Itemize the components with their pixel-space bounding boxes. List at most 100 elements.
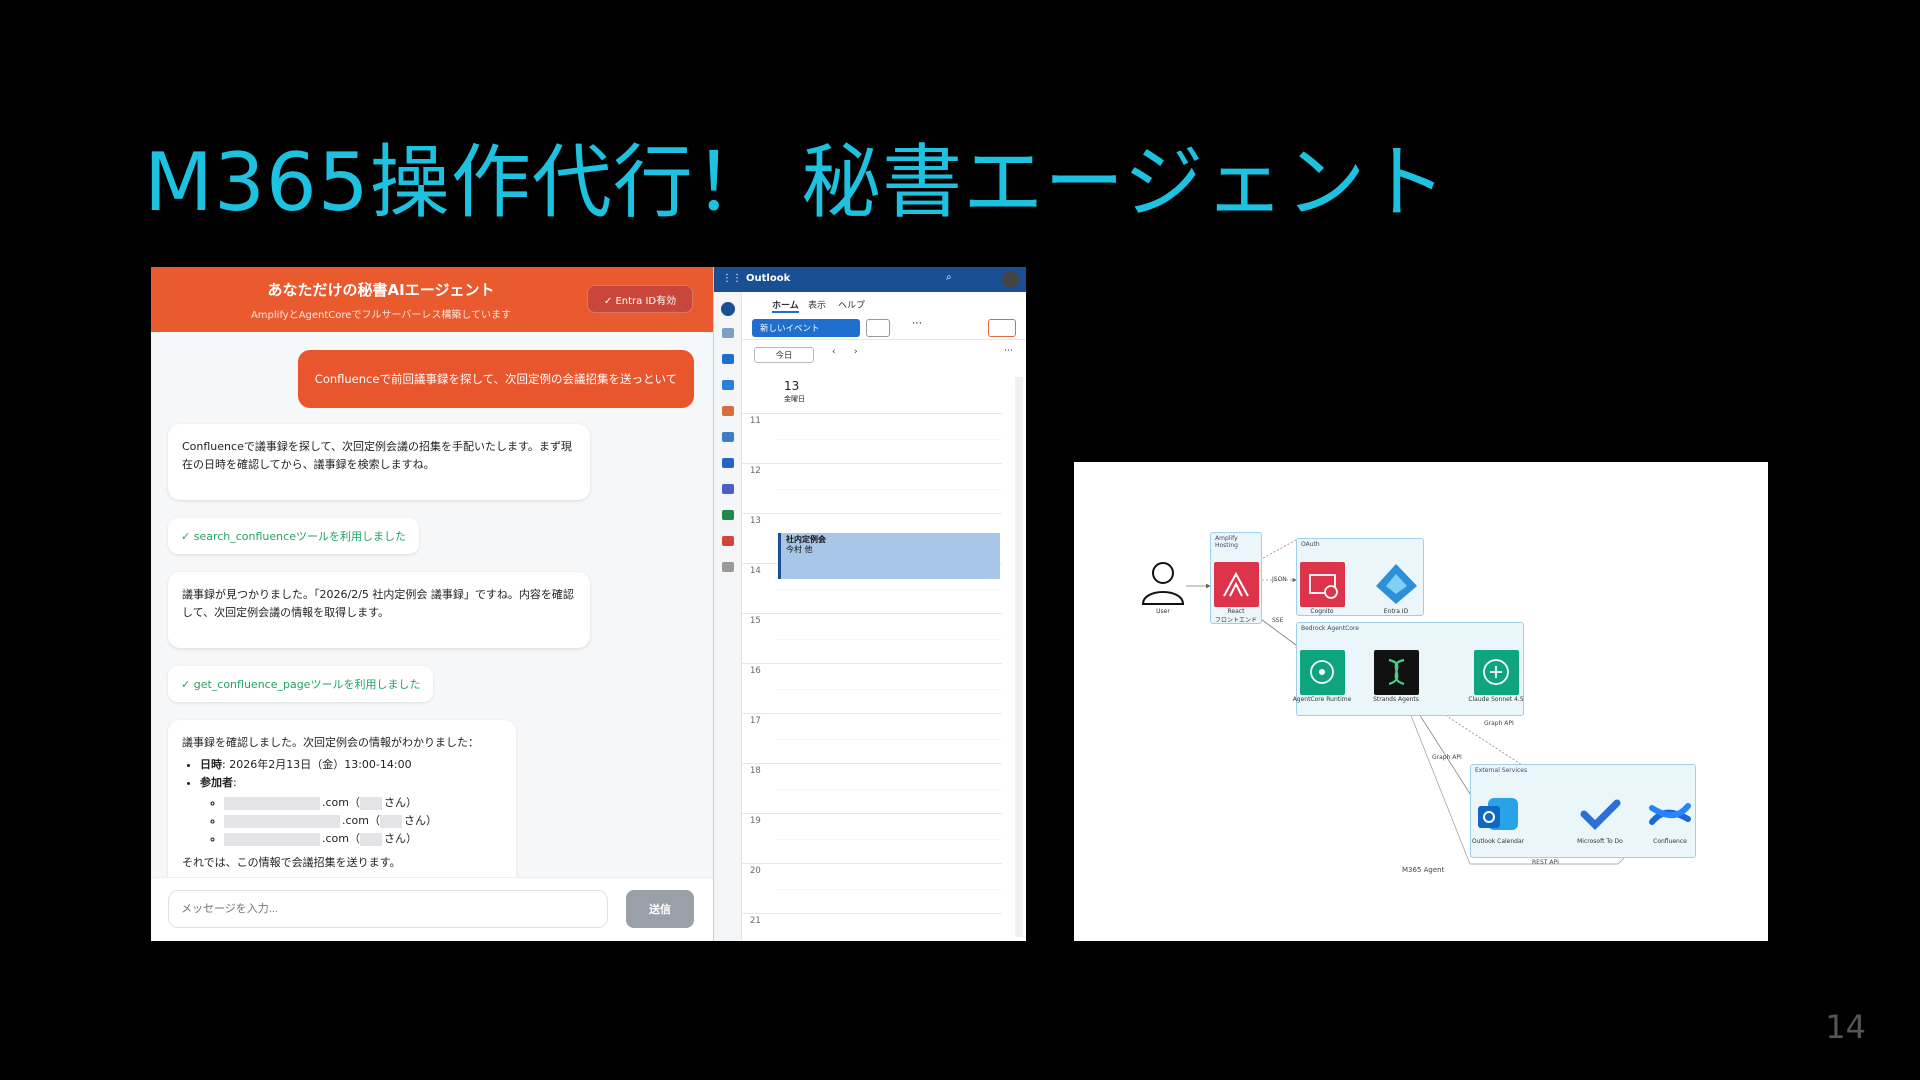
calendar-event[interactable]: 社内定例会 今村 他 (778, 533, 1000, 579)
powerpoint-icon[interactable] (722, 536, 734, 546)
event-title: 社内定例会 (786, 535, 826, 544)
message-input[interactable] (168, 890, 608, 928)
chat-header: あなただけの秘書AIエージェント AmplifyとAgentCoreでフルサーバ… (151, 267, 713, 332)
mail-icon[interactable] (722, 354, 734, 364)
edge-label-graph-api: Graph API (1484, 720, 1514, 727)
today-button[interactable]: 今日 (754, 347, 814, 363)
ai-message-intro: 議事録を確認しました。次回定例会の情報がわかりました： (182, 736, 479, 749)
claude-model-icon (1474, 650, 1519, 695)
tab-view[interactable]: 表示 (808, 298, 826, 311)
chat-panel: あなただけの秘書AIエージェント AmplifyとAgentCoreでフルサーバ… (151, 267, 713, 941)
meeting-details: 日時: 2026年2月13日（金）13:00-14:00 参加者: .com（さ… (200, 756, 502, 848)
search-icon[interactable]: ⌕ (946, 272, 952, 283)
event-subtitle: 今村 他 (786, 545, 813, 554)
edge-label-json: JSON (1272, 576, 1287, 583)
confluence-icon (1649, 803, 1691, 825)
outlook-calendar-label: Outlook Calendar (1471, 838, 1525, 845)
avatar[interactable] (1002, 271, 1019, 288)
outlook-tabs: ホーム 表示 ヘルプ (742, 292, 1026, 314)
excel-icon[interactable] (722, 510, 734, 520)
ai-message: 議事録が見つかりました。「2026/2/5 社内定例会 議事録」ですね。内容を確… (168, 572, 590, 648)
entra-label: Entra ID (1383, 608, 1409, 615)
strands-agents-icon (1374, 650, 1419, 695)
attendee: .com（さん） (224, 794, 502, 812)
new-event-button[interactable]: 新しいイベント (752, 319, 860, 337)
cognito-icon (1300, 562, 1345, 607)
teams-icon[interactable] (722, 484, 734, 494)
next-icon[interactable]: › (854, 347, 858, 357)
user-label: User (1156, 608, 1170, 615)
send-button[interactable]: 送信 (626, 890, 694, 928)
account-icon[interactable] (721, 302, 735, 316)
calendar-scrollbar[interactable] (1015, 377, 1023, 937)
calendar-nav: 今日 ‹ › ⋯ (742, 340, 1026, 370)
user-icon (1141, 562, 1185, 605)
apps-icon[interactable] (722, 562, 734, 572)
people-icon[interactable] (722, 432, 734, 442)
day-number: 13 (784, 379, 800, 393)
edge-label-graph-api: Graph API (1432, 754, 1462, 761)
tool-usage-search: ✓ search_confluenceツールを利用しました (168, 518, 419, 554)
hour-row[interactable]: 19 (742, 813, 1002, 863)
calendar-icon[interactable] (722, 380, 734, 390)
diagram-footer-label: M365 Agent (1402, 866, 1445, 874)
hour-row[interactable]: 16 (742, 663, 1002, 713)
view-toggle-button[interactable] (866, 319, 890, 337)
app-screenshot: あなただけの秘書AIエージェント AmplifyとAgentCoreでフルサーバ… (151, 267, 1026, 941)
tab-help[interactable]: ヘルプ (838, 298, 865, 311)
hour-row[interactable]: 20 (742, 863, 1002, 913)
meeting-attendees: 参加者: .com（さん） .com（さん） .com（さん） (200, 774, 502, 848)
prev-icon[interactable]: ‹ (832, 347, 836, 357)
microsoft-todo-icon (1580, 799, 1621, 830)
more-icon[interactable]: ⋯ (1004, 346, 1013, 356)
outlook-app-name: Outlook (746, 273, 791, 284)
copilot-icon[interactable] (722, 406, 734, 416)
meeting-date: 日時: 2026年2月13日（金）13:00-14:00 (200, 756, 502, 774)
chat-title: あなただけの秘書AIエージェント (267, 281, 495, 299)
ai-message: 議事録を確認しました。次回定例会の情報がわかりました： 日時: 2026年2月1… (168, 720, 516, 877)
attendee: .com（さん） (224, 830, 502, 848)
ai-message: Confluenceで議事録を探して、次回定例会議の招集を手配いたします。まず現… (168, 424, 590, 500)
agentcore-runtime-icon (1300, 650, 1345, 695)
chat-input-area: 送信 (151, 877, 713, 941)
agentcore-label: AgentCore Runtime (1292, 696, 1352, 703)
hour-row[interactable]: 12 (742, 463, 1002, 513)
cognito-label: Cognito (1310, 608, 1334, 615)
tasks-icon[interactable] (722, 328, 734, 338)
todo-icon[interactable] (722, 458, 734, 468)
tool-usage-get-page: ✓ get_confluence_pageツールを利用しました (168, 666, 434, 702)
outlook-app-rail (714, 292, 742, 941)
app-launcher-icon[interactable]: ⋮⋮ (722, 273, 742, 284)
copilot-button[interactable] (988, 319, 1016, 337)
entra-id-button[interactable]: ✓ Entra ID有効 (587, 285, 693, 313)
outlook-topbar: ⋮⋮ Outlook ⌕ (714, 267, 1026, 292)
outlook-calendar: ⋮⋮ Outlook ⌕ ホーム 表示 ヘルプ 新しいイベント ⋯ 今日 ‹ ›… (713, 267, 1026, 941)
react-label: React フロントエンド (1214, 608, 1257, 624)
page-number: 14 (1825, 1008, 1866, 1046)
confluence-label: Confluence (1653, 838, 1687, 845)
slide: M365操作代行！ 秘書エージェント あなただけの秘書AIエージェント Ampl… (0, 0, 1920, 1080)
outlook-ribbon: 新しいイベント ⋯ (742, 314, 1026, 340)
edge-label-rest-api: REST API (1532, 859, 1559, 866)
chat-subtitle: AmplifyとAgentCoreでフルサーバーレス構築しています (250, 310, 512, 321)
hour-row[interactable]: 21 (742, 913, 1002, 941)
strands-label: Strands Agents (1373, 696, 1419, 703)
hour-row[interactable]: 15 (742, 613, 1002, 663)
claude-label: Claude Sonnet 4.5 (1468, 696, 1524, 703)
day-header: 13 金曜日 (778, 377, 1002, 413)
edge-label-sse: SSE (1272, 617, 1284, 624)
more-icon[interactable]: ⋯ (912, 318, 922, 329)
user-message: Confluenceで前回議事録を探して、次回定例の会議招集を送っといて (298, 350, 694, 408)
architecture-diagram: Amplify Hosting OAuth Bedrock AgentCore … (1074, 462, 1768, 941)
todo-label: Microsoft To Do (1577, 838, 1623, 845)
chat-messages[interactable]: Confluenceで前回議事録を探して、次回定例の会議招集を送っといて Con… (151, 332, 713, 877)
attendee: .com（さん） (224, 812, 502, 830)
ai-message-outro: それでは、この情報で会議招集を送ります。 (182, 856, 401, 869)
outlook-calendar-icon (1478, 798, 1518, 830)
tab-home[interactable]: ホーム (772, 298, 799, 313)
hour-row[interactable]: 17 (742, 713, 1002, 763)
hour-row[interactable]: 11 (742, 413, 1002, 463)
calendar-day-grid: 13 金曜日 11 12 13 14 15 16 17 18 19 20 21 … (742, 377, 1022, 941)
slide-title: M365操作代行！ 秘書エージェント (144, 136, 1448, 229)
hour-row[interactable]: 18 (742, 763, 1002, 813)
